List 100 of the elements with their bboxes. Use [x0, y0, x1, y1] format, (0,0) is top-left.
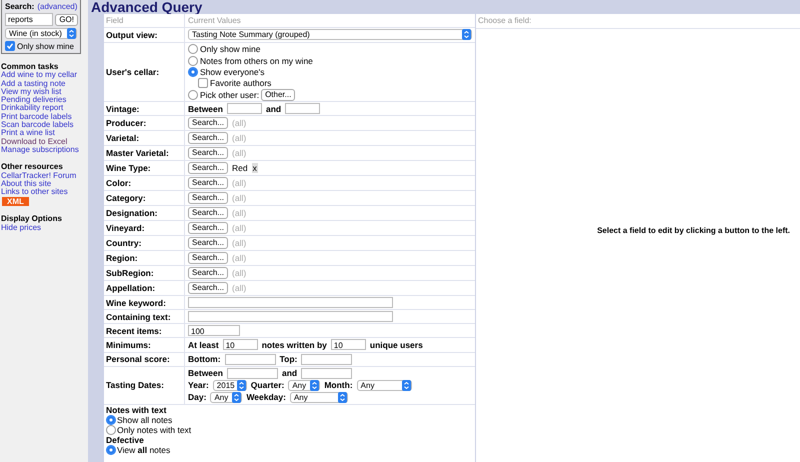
search-button[interactable]: Search...	[188, 222, 228, 234]
field-text: Day:	[188, 392, 206, 402]
option-label[interactable]: Notes from others on my wine	[200, 56, 313, 66]
field-text: unique users	[370, 340, 423, 350]
radio-button[interactable]	[188, 67, 198, 78]
search-field[interactable]: reports	[5, 13, 54, 26]
sidebar-link[interactable]: Manage subscriptions	[1, 146, 88, 154]
search-button[interactable]: Search...	[188, 117, 228, 130]
option-label[interactable]: Pick other user:	[200, 90, 260, 100]
radio-button[interactable]	[106, 424, 116, 435]
field-text: Bottom:	[188, 354, 221, 364]
checkbox[interactable]	[5, 41, 15, 51]
field-label: Appellation:	[105, 283, 156, 294]
field-text: and	[266, 104, 282, 114]
field-label: Containing text:	[105, 312, 172, 322]
field-label: Producer:	[105, 118, 148, 128]
output-view-dropdown[interactable]: Tasting Note Summary (grouped)	[188, 29, 472, 40]
search-button[interactable]: Search...	[188, 177, 228, 190]
option-label[interactable]: Show everyone's	[200, 67, 264, 78]
input-field[interactable]	[301, 368, 352, 379]
sidebar-link[interactable]: Hide prices	[1, 224, 88, 232]
input-field[interactable]: 10	[330, 339, 366, 350]
date-dropdown[interactable]: Any	[290, 392, 348, 403]
sidebar-link[interactable]: Links to other sites	[1, 188, 88, 196]
dropdown-arrows-icon	[67, 28, 76, 39]
input-field[interactable]	[301, 354, 352, 365]
radio-button[interactable]	[188, 44, 198, 54]
checkbox[interactable]	[198, 78, 208, 88]
group-title: Defective	[106, 434, 145, 445]
field-label: Designation:	[105, 208, 158, 218]
search-button[interactable]: Search...	[188, 237, 228, 250]
input-field[interactable]: 10	[222, 339, 258, 350]
radio-button[interactable]	[106, 444, 116, 455]
field-label: Recent items:	[105, 326, 163, 336]
sidebar-link[interactable]: About this site	[1, 180, 88, 188]
sidebar-link[interactable]: Add a tasting note	[1, 80, 88, 88]
checkbox-label[interactable]: Only show mine	[17, 42, 74, 50]
sidebar-link[interactable]: Download to Excel	[1, 138, 88, 146]
placeholder-text: (all)	[232, 283, 246, 294]
search-button[interactable]: Search...	[188, 162, 228, 174]
option-label[interactable]: Show all notes	[117, 414, 172, 425]
input-field[interactable]: 100	[188, 325, 240, 336]
field-text: Top:	[280, 354, 298, 364]
date-dropdown[interactable]: 2015	[212, 380, 247, 391]
field-label: Color:	[105, 178, 132, 188]
search-button[interactable]: Search...	[188, 192, 228, 204]
input-field[interactable]	[226, 368, 278, 379]
section-title: Display Options	[1, 215, 63, 224]
search-button[interactable]: Search...	[188, 207, 228, 220]
placeholder-text: (all)	[232, 268, 246, 278]
remove-button[interactable]: x	[252, 163, 258, 174]
sidebar-link[interactable]: Pending deliveries	[1, 96, 88, 104]
search-button[interactable]: Search...	[188, 267, 228, 280]
field-label: Personal score:	[105, 354, 171, 364]
column-header: Field	[105, 16, 124, 26]
radio-button[interactable]	[188, 56, 198, 66]
input-field[interactable]	[188, 311, 393, 322]
search-button[interactable]: Search...	[188, 132, 228, 144]
field-label: SubRegion:	[105, 268, 155, 278]
go-button[interactable]: GO!	[55, 14, 78, 26]
field-text: Between	[188, 104, 223, 114]
date-dropdown[interactable]: Any	[288, 380, 320, 391]
sidebar-link[interactable]: Add wine to my cellar	[1, 71, 88, 80]
radio-button[interactable]	[106, 414, 116, 425]
search-button[interactable]: Search...	[188, 282, 228, 294]
input-field[interactable]	[285, 103, 320, 114]
field-label: Vintage:	[105, 104, 140, 114]
option-label[interactable]: View all notes	[117, 444, 170, 455]
sidebar-link[interactable]: CellarTracker! Forum	[1, 172, 88, 180]
search-button[interactable]: Search...	[188, 147, 228, 160]
field-label: Region:	[105, 253, 139, 264]
date-dropdown[interactable]: Any	[210, 392, 242, 403]
field-text: and	[282, 368, 298, 378]
input-field[interactable]	[188, 297, 393, 308]
sidebar-link[interactable]: Drinkability report	[1, 104, 88, 113]
dropdown-arrows-icon	[236, 380, 246, 391]
input-field[interactable]	[224, 354, 276, 365]
date-dropdown[interactable]: Any	[356, 380, 412, 391]
input-field[interactable]	[226, 103, 262, 114]
field-text: Year:	[188, 380, 209, 390]
placeholder-text: (all)	[232, 253, 246, 264]
sidebar-link[interactable]: View my wish list	[1, 88, 88, 96]
search-label: Search:	[5, 2, 34, 11]
sidebar-link[interactable]: Print barcode labels	[1, 112, 88, 122]
field-text: Between	[188, 368, 223, 378]
dropdown-arrows-icon	[402, 380, 411, 391]
group-title: Notes with text	[106, 404, 168, 415]
option-label[interactable]: Favorite authors	[210, 78, 272, 88]
radio-button[interactable]	[188, 90, 198, 100]
search-button[interactable]: Search...	[188, 252, 228, 264]
option-label[interactable]: Only show mine	[200, 44, 260, 54]
option-label[interactable]: Only notes with text	[117, 424, 192, 435]
placeholder-text: (all)	[232, 148, 246, 158]
field-label: Vineyard:	[105, 223, 146, 234]
scope-dropdown[interactable]: Wine (in stock)	[5, 28, 77, 39]
other-user-button[interactable]: Other...	[261, 88, 296, 101]
advanced-link[interactable]: (advanced)	[37, 2, 78, 11]
sidebar-link[interactable]: Print a wine list	[1, 129, 88, 138]
field-label: Wine Type:	[105, 163, 152, 174]
sidebar-link[interactable]: Scan barcode labels	[1, 121, 88, 130]
